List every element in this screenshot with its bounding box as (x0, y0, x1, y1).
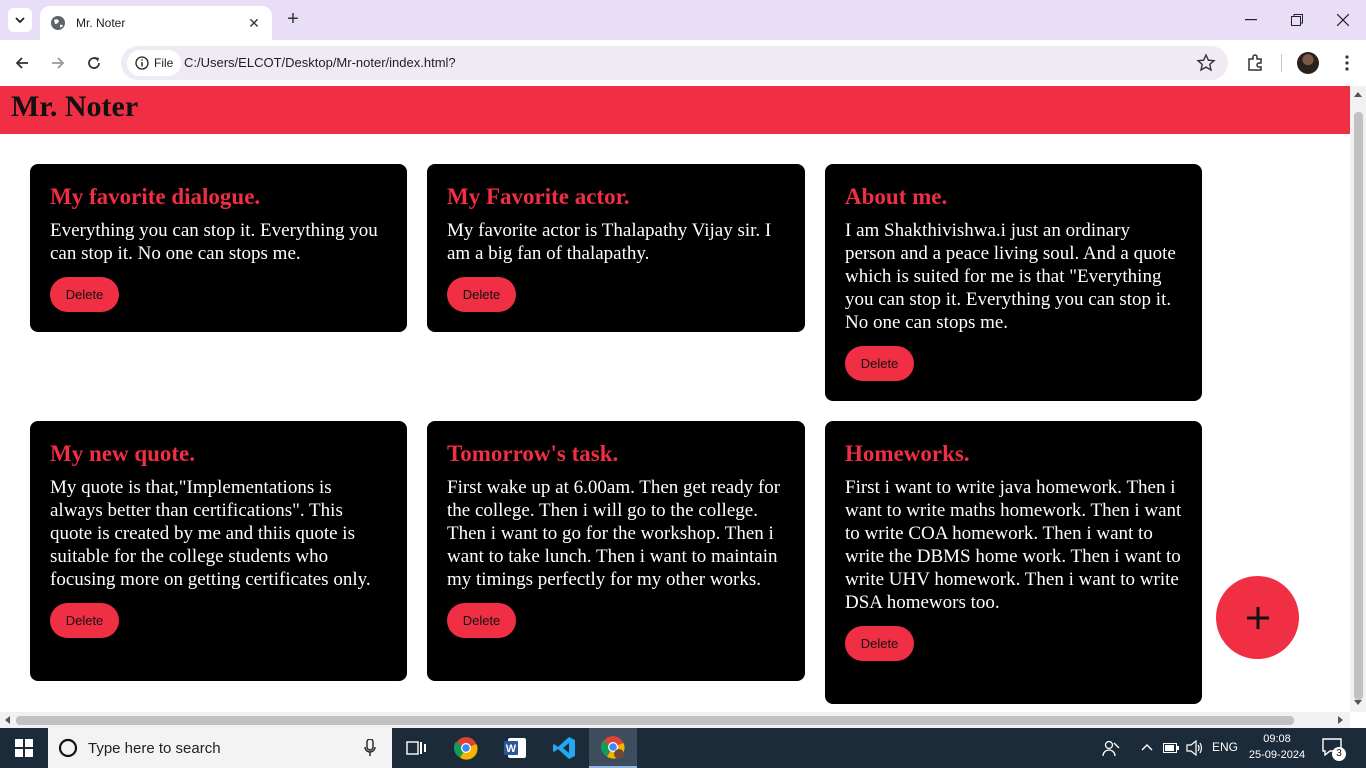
taskbar-search-box[interactable]: Type here to search (48, 728, 392, 768)
browser-menu-button[interactable] (1336, 52, 1358, 74)
puzzle-icon (1248, 54, 1262, 71)
note-card: My new quote. My quote is that,"Implemen… (30, 421, 407, 681)
page-viewport: Mr. Noter My favorite dialogue. Everythi… (0, 86, 1350, 712)
tab-search-button[interactable] (8, 8, 32, 32)
people-icon[interactable] (1102, 739, 1120, 757)
vscode-icon (553, 737, 575, 759)
task-view-icon (406, 741, 426, 755)
delete-note-button[interactable]: Delete (447, 277, 516, 312)
scroll-left-arrow-icon[interactable] (5, 716, 11, 724)
search-circle-icon (58, 738, 78, 758)
taskbar-chrome-active[interactable] (589, 728, 637, 768)
extensions-button[interactable] (1244, 52, 1266, 74)
toolbar-divider (1281, 54, 1282, 72)
tab-title: Mr. Noter (76, 16, 126, 30)
restore-button[interactable] (1274, 0, 1320, 40)
microphone-icon[interactable] (364, 739, 376, 757)
restore-icon (1291, 14, 1303, 26)
close-tab-icon[interactable]: ✕ (246, 15, 262, 32)
note-card: My favorite dialogue. Everything you can… (30, 164, 407, 332)
svg-text:W: W (506, 743, 517, 755)
reload-icon (88, 57, 100, 69)
url-text[interactable]: C:/Users/ELCOT/Desktop/Mr-noter/index.ht… (184, 55, 456, 70)
clock-time: 09:08 (1263, 733, 1291, 745)
vertical-scroll-thumb[interactable] (1354, 112, 1363, 700)
chevron-up-icon[interactable] (1141, 743, 1153, 751)
note-body: My quote is that,"Implementations is alw… (50, 477, 371, 590)
note-title: Tomorrow's task. (447, 441, 619, 466)
note-body: I am Shakthivishwa.i just an ordinary pe… (845, 220, 1176, 333)
start-button[interactable] (0, 728, 48, 768)
word-icon: W (504, 738, 526, 758)
windows-taskbar: Type here to search W ENG 09:08 25-09-20… (0, 728, 1366, 768)
notification-count-badge: 3 (1332, 747, 1346, 761)
close-window-button[interactable] (1320, 0, 1366, 40)
note-card: Homeworks. First i want to write java ho… (825, 421, 1202, 704)
browser-tab-strip: Mr. Noter ✕ + (0, 0, 1366, 40)
delete-note-button[interactable]: Delete (447, 603, 516, 638)
note-title: Homeworks. (845, 441, 970, 466)
scroll-up-arrow-icon[interactable] (1354, 92, 1362, 98)
chevron-down-icon (15, 17, 25, 23)
site-chip-label: File (154, 56, 174, 70)
arrow-right-icon (52, 57, 65, 69)
vertical-scrollbar[interactable] (1350, 86, 1366, 712)
minimize-icon (1245, 19, 1257, 21)
globe-icon (51, 16, 65, 30)
scroll-down-arrow-icon[interactable] (1354, 700, 1362, 706)
notification-center-button[interactable]: 3 (1322, 738, 1346, 761)
windows-logo-icon (15, 739, 33, 757)
horizontal-scrollbar[interactable] (0, 712, 1350, 728)
search-placeholder: Type here to search (88, 739, 221, 757)
scroll-right-arrow-icon[interactable] (1338, 716, 1344, 724)
chrome-profile-icon (601, 736, 625, 759)
language-indicator[interactable]: ENG (1212, 740, 1238, 754)
chrome-icon (454, 737, 478, 760)
taskbar-chrome[interactable] (442, 728, 490, 768)
profile-avatar[interactable] (1297, 52, 1319, 74)
note-title: My Favorite actor. (447, 184, 630, 209)
close-icon (1337, 14, 1349, 26)
note-body: Everything you can stop it. Everything y… (50, 220, 378, 264)
delete-note-button[interactable]: Delete (845, 626, 914, 661)
speaker-icon[interactable] (1186, 740, 1204, 756)
note-title: My new quote. (50, 441, 196, 466)
back-button[interactable] (10, 51, 34, 75)
taskbar-vscode[interactable] (540, 728, 588, 768)
app-header: Mr. Noter (0, 86, 1350, 134)
note-body: First i want to write java homework. The… (845, 477, 1182, 613)
site-info-chip[interactable]: File (127, 50, 182, 76)
note-card: Tomorrow's task. First wake up at 6.00am… (427, 421, 805, 681)
delete-note-button[interactable]: Delete (845, 346, 914, 381)
note-body: My favorite actor is Thalapathy Vijay si… (447, 220, 772, 264)
taskbar-word[interactable]: W (491, 728, 539, 768)
address-bar[interactable]: File C:/Users/ELCOT/Desktop/Mr-noter/ind… (121, 46, 1228, 80)
reload-button[interactable] (82, 51, 106, 75)
note-body: First wake up at 6.00am. Then get ready … (447, 477, 781, 590)
more-vertical-icon (1345, 55, 1349, 71)
delete-note-button[interactable]: Delete (50, 603, 119, 638)
minimize-button[interactable] (1228, 0, 1274, 40)
add-note-button[interactable] (1216, 576, 1299, 659)
bookmark-star-icon[interactable] (1196, 53, 1216, 73)
arrow-left-icon (15, 57, 28, 69)
note-title: My favorite dialogue. (50, 184, 261, 209)
task-view-button[interactable] (392, 728, 440, 768)
battery-icon[interactable] (1163, 742, 1179, 754)
delete-note-button[interactable]: Delete (50, 277, 119, 312)
info-icon (135, 56, 149, 70)
note-card: About me. I am Shakthivishwa.i just an o… (825, 164, 1202, 401)
note-card: My Favorite actor. My favorite actor is … (427, 164, 805, 332)
new-tab-button[interactable]: + (282, 8, 304, 32)
forward-button[interactable] (46, 51, 70, 75)
plus-icon (1246, 606, 1269, 629)
taskbar-clock[interactable]: 09:08 25-09-2024 (1240, 731, 1314, 763)
clock-date: 25-09-2024 (1248, 749, 1306, 761)
note-title: About me. (845, 184, 948, 209)
horizontal-scroll-thumb[interactable] (16, 716, 1294, 725)
browser-tab[interactable]: Mr. Noter ✕ (40, 6, 272, 40)
app-title: Mr. Noter (11, 90, 139, 123)
